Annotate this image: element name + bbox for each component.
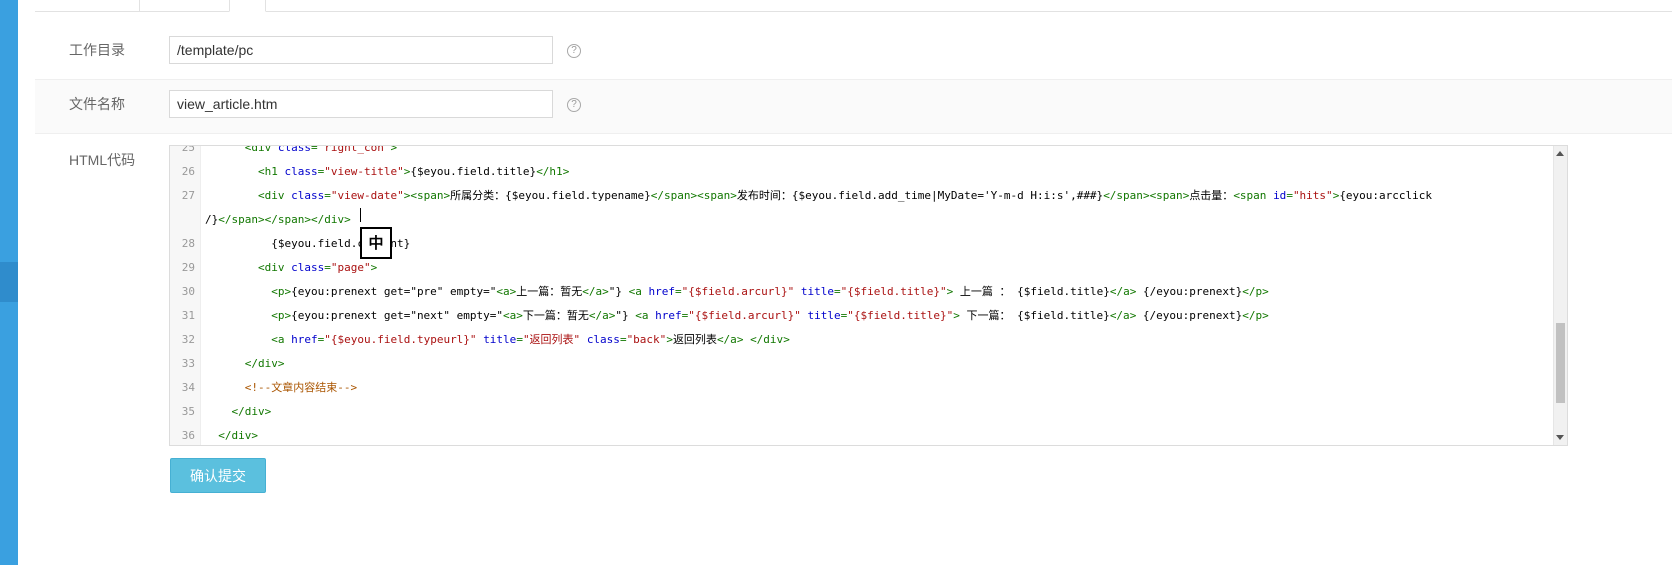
- scroll-down-arrow-icon[interactable]: [1556, 435, 1564, 440]
- code-editor[interactable]: 25 <div class="right_con"> 26 <h1 class="…: [169, 145, 1568, 446]
- code-line[interactable]: 29 <div class="page">: [170, 256, 1554, 280]
- form-row-filename: 文件名称 ?: [35, 80, 1672, 134]
- filename-input[interactable]: [169, 90, 553, 118]
- code-line[interactable]: 25 <div class="right_con">: [170, 145, 1554, 160]
- line-number: 34: [181, 381, 195, 394]
- form-row-directory: 工作目录 ?: [35, 26, 1672, 80]
- line-number: 29: [181, 261, 195, 274]
- filename-label: 文件名称: [69, 96, 125, 112]
- tab-basic[interactable]: [139, 0, 230, 11]
- scroll-thumb[interactable]: [1556, 323, 1565, 403]
- code-line-text: <p>{eyou:prenext get="next" empty="<a>下一…: [271, 309, 1269, 322]
- line-number: 27: [181, 189, 195, 202]
- code-line-text: <a href="{$eyou.field.typeurl}" title="返…: [271, 333, 790, 346]
- code-line[interactable]: 30 <p>{eyou:prenext get="pre" empty="<a>…: [170, 280, 1554, 304]
- line-number: 32: [181, 333, 195, 346]
- line-number: 35: [181, 405, 195, 418]
- text-cursor: [360, 208, 361, 222]
- html-code-label: HTML代码: [69, 152, 136, 168]
- code-line[interactable]: 31 <p>{eyou:prenext get="next" empty="<a…: [170, 304, 1554, 328]
- line-number: 31: [181, 309, 195, 322]
- code-line[interactable]: 26 <h1 class="view-title">{$eyou.field.t…: [170, 160, 1554, 184]
- code-line-text: <div class="page">: [257, 261, 378, 274]
- tab-active[interactable]: [229, 0, 266, 12]
- editor-scrollbar[interactable]: [1553, 146, 1567, 445]
- code-area[interactable]: 25 <div class="right_con"> 26 <h1 class="…: [170, 145, 1554, 445]
- code-line[interactable]: 33 </div>: [170, 352, 1554, 376]
- line-number: 26: [181, 165, 195, 178]
- code-line[interactable]: 32 <a href="{$eyou.field.typeurl}" title…: [170, 328, 1554, 352]
- help-icon[interactable]: ?: [567, 44, 581, 58]
- directory-input[interactable]: [169, 36, 553, 64]
- code-line-text: <div class="view-date"><span>所属分类：{$eyou…: [257, 189, 1433, 202]
- code-line-text: <div class="right_con">: [244, 145, 398, 154]
- directory-label: 工作目录: [69, 42, 125, 58]
- code-line-text: <h1 class="view-title">{$eyou.field.titl…: [257, 165, 570, 178]
- code-line[interactable]: 35 </div>: [170, 400, 1554, 424]
- scroll-up-arrow-icon[interactable]: [1556, 151, 1564, 156]
- sidebar-active-marker: [0, 262, 18, 302]
- code-line-text: /}</span></span></div>: [205, 213, 351, 226]
- code-line-text: </div>: [244, 357, 285, 370]
- ime-indicator: 中: [360, 227, 392, 259]
- code-line-text: </div>: [231, 405, 272, 418]
- line-number: 28: [181, 237, 195, 250]
- line-number: 25: [181, 145, 195, 154]
- left-sidebar-strip: [0, 0, 18, 565]
- code-line[interactable]: 34 <!--文章内容结束-->: [170, 376, 1554, 400]
- code-line-text: <p>{eyou:prenext get="pre" empty="<a>上一篇…: [271, 285, 1269, 298]
- code-line-text: </div>: [218, 429, 258, 442]
- line-number: 30: [181, 285, 195, 298]
- submit-button[interactable]: 确认提交: [170, 458, 266, 493]
- line-number: 36: [181, 429, 195, 442]
- code-line[interactable]: 27 <div class="view-date"><span>所属分类：{$e…: [170, 184, 1554, 208]
- tab-bar: [35, 0, 1672, 12]
- code-line[interactable]: 36 </div>: [170, 424, 1554, 445]
- help-icon[interactable]: ?: [567, 98, 581, 112]
- line-number: 33: [181, 357, 195, 370]
- code-line-text: <!--文章内容结束-->: [244, 381, 358, 394]
